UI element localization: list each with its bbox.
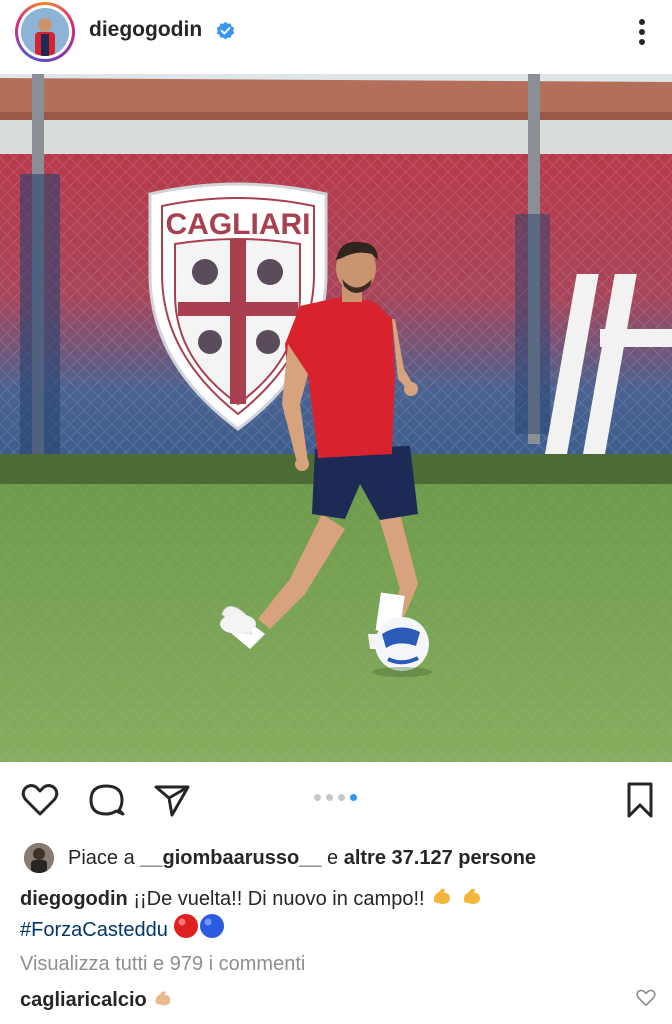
carousel-dot bbox=[326, 794, 333, 801]
carousel-dot bbox=[350, 794, 357, 801]
profile-avatar[interactable] bbox=[15, 2, 75, 62]
bookmark-icon[interactable] bbox=[620, 780, 660, 820]
flexed-biceps-emoji-icon bbox=[433, 888, 451, 904]
likes-text: Piace a __giombaarusso__ e altre 37.127 … bbox=[68, 846, 537, 869]
comment-icon[interactable] bbox=[86, 780, 126, 820]
caption-username[interactable]: diegogodin bbox=[20, 888, 128, 910]
view-all-comments-link[interactable]: Visualizza tutti e 979 i commenti bbox=[20, 953, 305, 976]
carousel-dot bbox=[314, 794, 321, 801]
likes-others[interactable]: altre 37.127 persone bbox=[344, 847, 536, 869]
post-photo[interactable]: CAGLIARI bbox=[0, 74, 672, 762]
post-caption: diegogodin ¡¡De vuelta!! Di nuovo in cam… bbox=[20, 884, 660, 944]
post-username[interactable]: diegogodin bbox=[89, 18, 202, 42]
share-icon[interactable] bbox=[152, 780, 192, 820]
carousel-indicator bbox=[314, 794, 357, 801]
banner-text: CAGLIARI bbox=[166, 208, 311, 241]
caption-hashtag[interactable]: #ForzaCasteddu bbox=[20, 919, 168, 941]
liker-username[interactable]: __giombaarusso__ bbox=[140, 847, 321, 869]
comment-like-heart-icon[interactable] bbox=[635, 987, 657, 1009]
caption-text: ¡¡De vuelta!! Di nuovo in campo!! bbox=[127, 888, 431, 910]
more-options-icon[interactable] bbox=[630, 14, 654, 50]
blue-circle-emoji-icon bbox=[200, 914, 225, 938]
heart-icon[interactable] bbox=[20, 780, 60, 820]
flexed-biceps-emoji-icon bbox=[463, 888, 480, 904]
comment-row: cagliaricalcio bbox=[20, 987, 174, 1012]
likes-row[interactable]: Piace a __giombaarusso__ e altre 37.127 … bbox=[24, 840, 536, 876]
post-header: diegogodin bbox=[0, 0, 672, 66]
red-circle-emoji-icon bbox=[174, 914, 199, 938]
comment-username[interactable]: cagliaricalcio bbox=[20, 989, 147, 1011]
carousel-dot bbox=[338, 794, 345, 801]
flexed-biceps-emoji-icon bbox=[155, 991, 171, 1006]
liker-avatar bbox=[24, 843, 54, 873]
verified-badge-icon bbox=[216, 21, 235, 40]
